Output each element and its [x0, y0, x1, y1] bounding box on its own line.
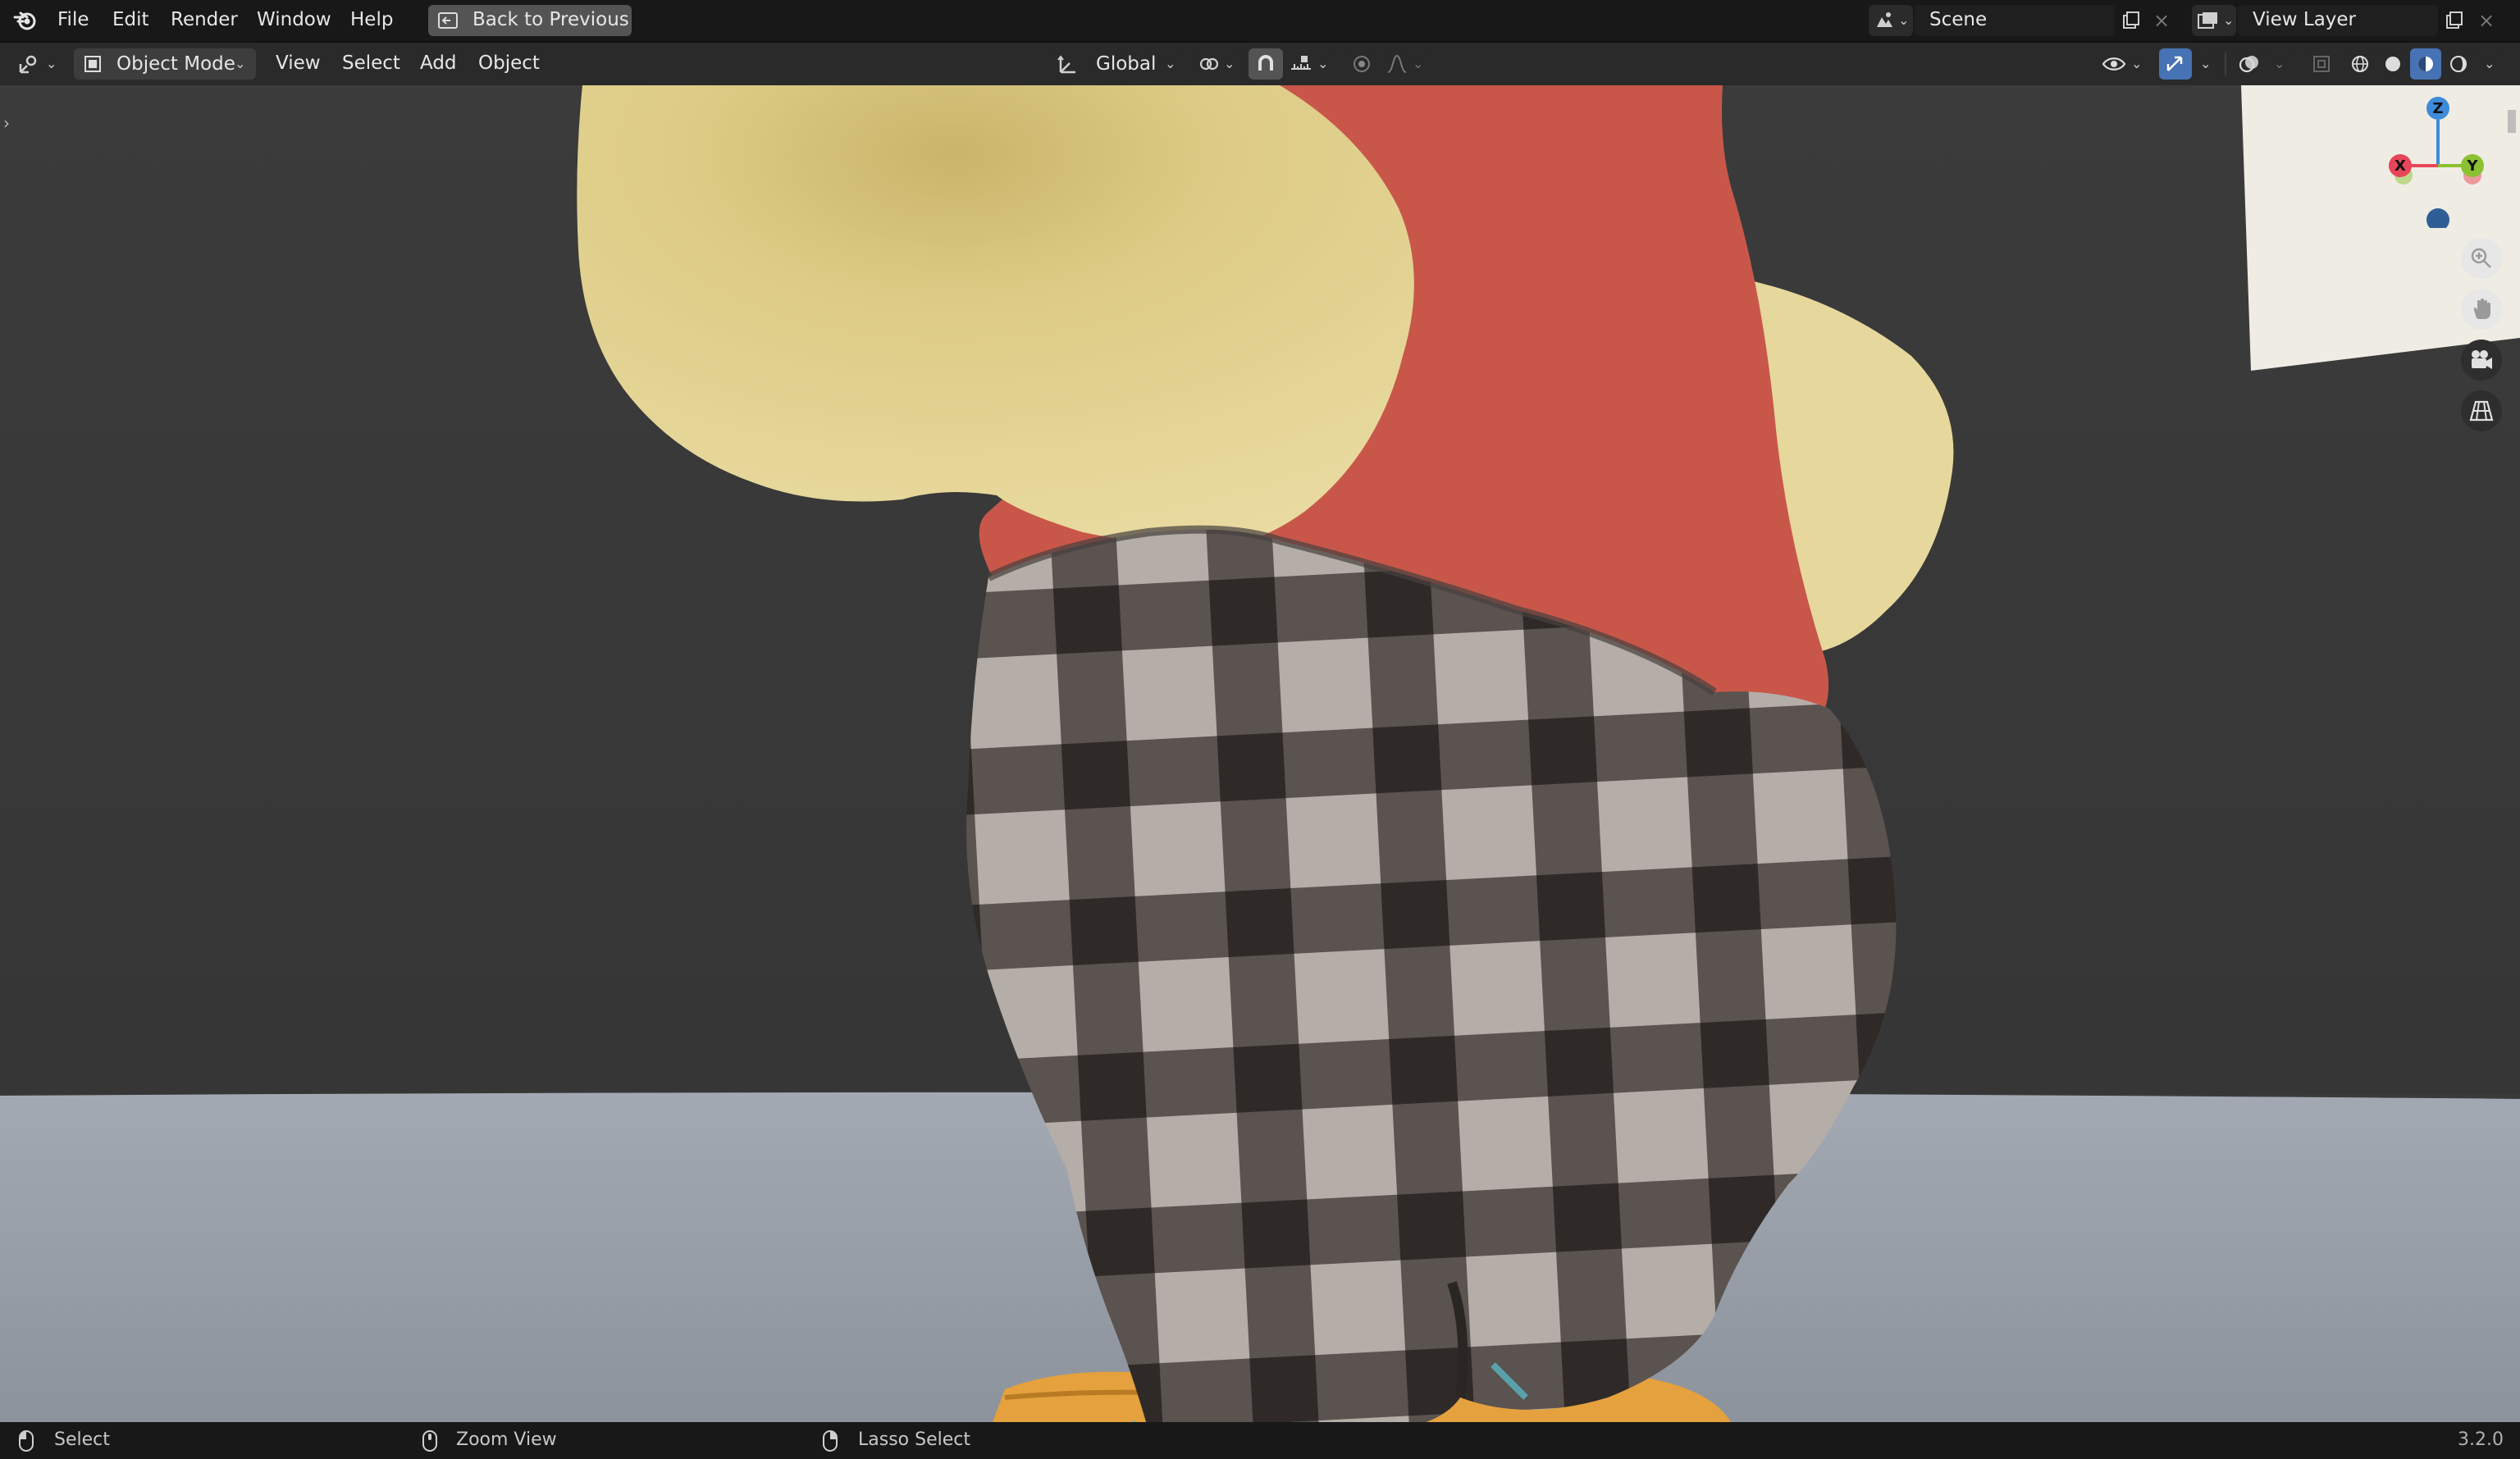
new-view-layer-icon[interactable]	[2441, 8, 2468, 33]
mouse-right-icon	[820, 1429, 840, 1453]
proportional-editing-toggle[interactable]	[1345, 48, 1378, 80]
snap-target-selector[interactable]: ⌄	[1285, 48, 1335, 80]
shading-material-button[interactable]	[2410, 48, 2441, 80]
back-to-previous-button[interactable]: Back to Previous	[428, 5, 632, 36]
proportional-edit-icon	[1350, 53, 1373, 75]
scene-name-field[interactable]: Scene	[1915, 5, 2115, 36]
hand-icon[interactable]	[2461, 289, 2502, 330]
close-icon[interactable]: ×	[2474, 8, 2499, 33]
blender-logo[interactable]	[11, 8, 39, 33]
wireframe-shading-icon	[2349, 53, 2372, 75]
grid-icon[interactable]	[2461, 390, 2502, 431]
chevron-down-icon: ⌄	[2274, 56, 2285, 71]
3d-viewport[interactable]: › Z X Y	[0, 85, 2520, 1422]
viewport-render[interactable]	[0, 85, 2520, 1422]
menu-file[interactable]: File	[57, 9, 89, 30]
menu-render[interactable]: Render	[171, 9, 238, 30]
menu-edit[interactable]: Edit	[112, 9, 149, 30]
overlay-icon	[2236, 53, 2262, 75]
xray-toggle[interactable]	[2305, 48, 2338, 80]
visibility-icon	[2100, 53, 2128, 75]
chevron-down-icon: ⌄	[2200, 56, 2212, 71]
solid-shading-icon	[2381, 53, 2404, 75]
overlays-options-dropdown[interactable]: ⌄	[2267, 48, 2292, 80]
editor-type-icon	[16, 53, 39, 76]
transform-orientation-icon	[1055, 53, 1080, 76]
overlays-toggle[interactable]	[2233, 48, 2266, 80]
shading-wireframe-button[interactable]	[2344, 48, 2376, 80]
chevron-down-icon: ⌄	[2223, 12, 2235, 28]
chevron-down-icon: ⌄	[1317, 56, 1329, 71]
scene-browse-button[interactable]: ⌄	[1869, 5, 1913, 36]
blender-version: 3.2.0	[2458, 1429, 2504, 1450]
header-separator	[2225, 52, 2226, 75]
mode-selector[interactable]: Object Mode ⌄	[74, 48, 256, 80]
pivot-point-selector[interactable]: ⌄	[1194, 48, 1240, 80]
menu-help[interactable]: Help	[350, 9, 393, 30]
status-zoom-view: Zoom View	[456, 1429, 557, 1450]
editor-type-button[interactable]: ⌄	[8, 48, 67, 80]
zoom-icon[interactable]	[2461, 238, 2502, 279]
header-menu-select[interactable]: Select	[342, 52, 400, 74]
back-icon	[436, 10, 459, 31]
xray-icon	[2310, 53, 2333, 75]
camera-icon[interactable]	[2461, 340, 2502, 381]
status-lasso-select: Lasso Select	[858, 1429, 970, 1450]
chevron-down-icon: ⌄	[46, 56, 57, 71]
transform-orientation-selector[interactable]: Global ⌄	[1050, 48, 1185, 80]
pivot-icon	[1198, 53, 1221, 75]
chevron-down-icon: ⌄	[1224, 56, 1235, 71]
status-bar: Select Zoom View Lasso Select 3.2.0	[0, 1422, 2520, 1459]
chevron-down-icon: ⌄	[1898, 12, 1910, 28]
mouse-left-icon	[16, 1429, 36, 1453]
gizmo-options-dropdown[interactable]: ⌄	[2194, 48, 2218, 80]
snap-icon	[1253, 53, 1278, 75]
shading-options-dropdown[interactable]: ⌄	[2476, 48, 2504, 80]
material-shading-icon	[2414, 53, 2437, 75]
chevron-down-icon: ⌄	[1413, 56, 1424, 71]
gizmo-x-axis[interactable]: X	[2389, 154, 2412, 177]
proportional-falloff-selector[interactable]: ⌄	[1381, 48, 1429, 80]
gizmo-y-axis[interactable]: Y	[2461, 154, 2484, 177]
shading-solid-button[interactable]	[2377, 48, 2408, 80]
mode-label: Object Mode	[116, 53, 235, 75]
chevron-down-icon: ⌄	[2131, 56, 2143, 71]
navigation-gizmo[interactable]: Z X Y	[2379, 97, 2510, 228]
header-menu-object[interactable]: Object	[478, 52, 540, 74]
snap-toggle[interactable]	[1249, 48, 1283, 80]
scene-icon	[1874, 10, 1895, 31]
close-icon[interactable]: ×	[2149, 8, 2174, 33]
toolbar-expand-icon[interactable]: ›	[0, 108, 13, 138]
chevron-down-icon: ⌄	[1165, 56, 1176, 71]
gizmo-toggle[interactable]	[2159, 48, 2192, 80]
view-layer-icon	[2197, 10, 2220, 31]
chevron-down-icon: ⌄	[2484, 56, 2495, 71]
new-scene-icon[interactable]	[2118, 8, 2144, 33]
transform-orientation-label: Global	[1096, 53, 1157, 75]
falloff-icon	[1385, 53, 1409, 75]
rendered-shading-icon	[2447, 53, 2470, 75]
gizmo-toggle-icon	[2162, 53, 2189, 75]
gizmo-z-axis[interactable]: Z	[2426, 97, 2449, 120]
object-visibility-selector[interactable]: ⌄	[2098, 48, 2149, 80]
shading-rendered-button[interactable]	[2443, 48, 2474, 80]
back-to-previous-label: Back to Previous	[472, 9, 629, 30]
header-menu-add[interactable]: Add	[420, 52, 457, 74]
view-layer-name: View Layer	[2253, 9, 2357, 30]
status-select: Select	[54, 1429, 110, 1450]
scene-name: Scene	[1929, 9, 1988, 30]
view-layer-browse-button[interactable]: ⌄	[2192, 5, 2236, 36]
top-menu-bar: File Edit Render Window Help Back to Pre…	[0, 0, 2520, 43]
menu-window[interactable]: Window	[257, 9, 331, 30]
view-layer-name-field[interactable]: View Layer	[2238, 5, 2438, 36]
snap-increment-icon	[1288, 53, 1314, 75]
object-mode-icon	[82, 54, 103, 74]
chevron-down-icon: ⌄	[235, 56, 246, 71]
viewport-header: ⌄ Object Mode ⌄ View Select Add Object G…	[0, 43, 2520, 85]
header-menu-view[interactable]: View	[276, 52, 321, 74]
mouse-middle-icon	[420, 1429, 440, 1453]
